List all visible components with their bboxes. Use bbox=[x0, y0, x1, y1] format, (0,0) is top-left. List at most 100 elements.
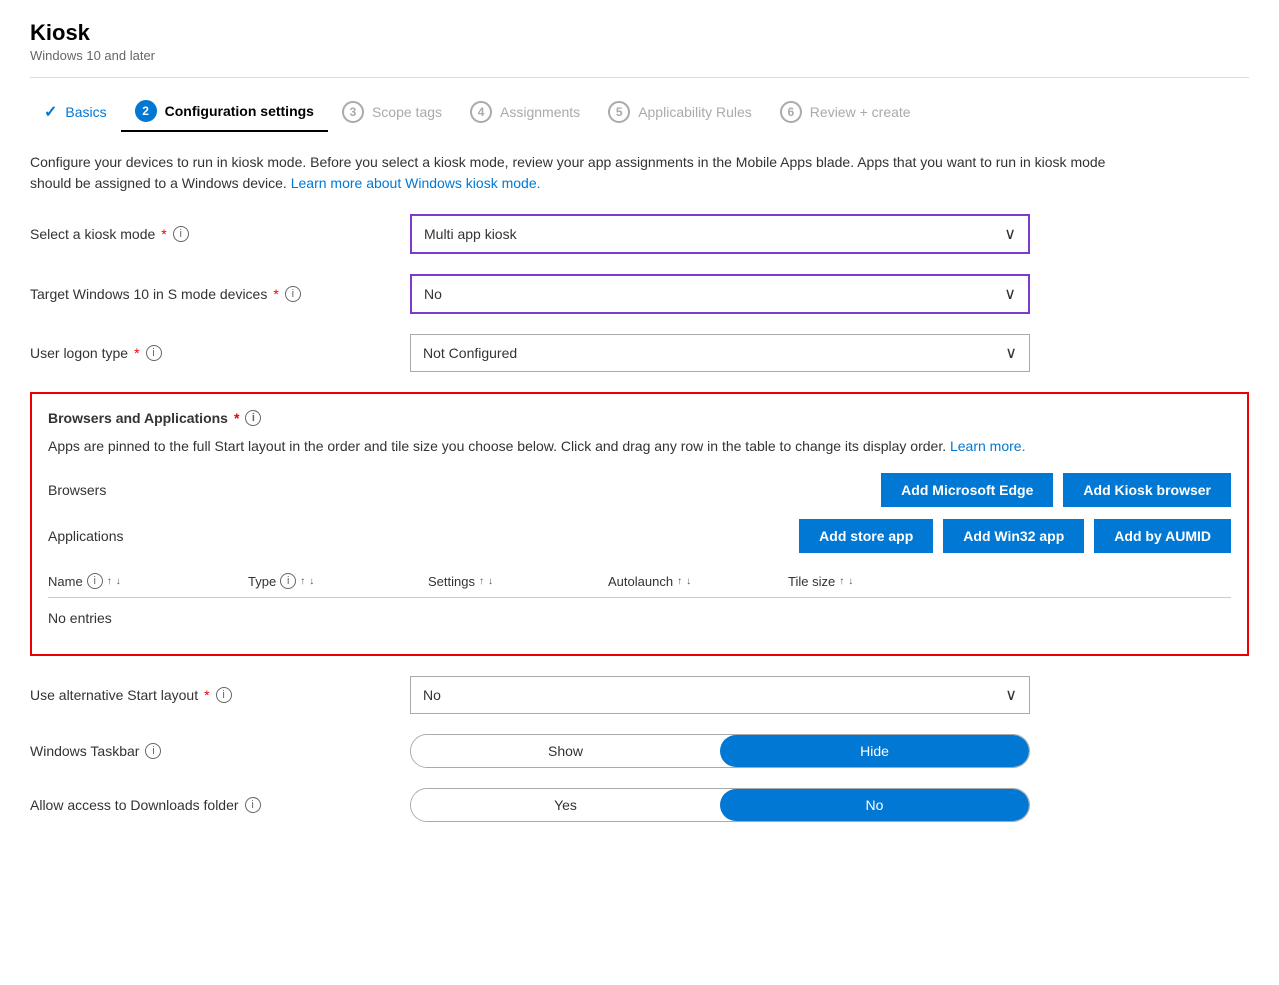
step-label-applicability: Applicability Rules bbox=[638, 104, 752, 120]
browsers-row: Browsers Add Microsoft Edge Add Kiosk br… bbox=[48, 473, 1231, 507]
alt-start-chevron: ∨ bbox=[1005, 685, 1017, 705]
downloads-info-icon[interactable]: i bbox=[245, 797, 261, 813]
check-icon: ✓ bbox=[44, 102, 57, 122]
smode-row: Target Windows 10 in S mode devices * i … bbox=[30, 274, 1249, 314]
col-tilesize-sort-asc[interactable]: ↑ bbox=[839, 576, 844, 587]
page-title: Kiosk bbox=[30, 20, 1249, 46]
no-entries-row: No entries bbox=[48, 598, 1231, 638]
logon-required-star: * bbox=[134, 345, 139, 361]
browsers-required-star: * bbox=[234, 410, 239, 426]
page-container: Kiosk Windows 10 and later ✓ Basics 2 Co… bbox=[0, 0, 1279, 862]
logon-type-row: User logon type * i Not Configured ∨ bbox=[30, 334, 1249, 372]
logon-type-select[interactable]: Not Configured ∨ bbox=[410, 334, 1030, 372]
add-kiosk-browser-button[interactable]: Add Kiosk browser bbox=[1063, 473, 1231, 507]
browsers-section-title: Browsers and Applications * i bbox=[48, 410, 1231, 426]
browsers-label: Browsers bbox=[48, 482, 248, 498]
col-name-info[interactable]: i bbox=[87, 573, 103, 589]
col-settings-sort-asc[interactable]: ↑ bbox=[479, 576, 484, 587]
col-tilesize-label: Tile size bbox=[788, 574, 835, 589]
browsers-info-icon[interactable]: i bbox=[245, 410, 261, 426]
wizard-step-applicability[interactable]: 5 Applicability Rules bbox=[594, 93, 766, 131]
taskbar-toggle-group: Show Hide bbox=[410, 734, 1030, 768]
page-title-section: Kiosk Windows 10 and later bbox=[30, 20, 1249, 63]
add-store-app-button[interactable]: Add store app bbox=[799, 519, 933, 553]
browsers-description: Apps are pinned to the full Start layout… bbox=[48, 436, 1231, 457]
kiosk-mode-value: Multi app kiosk bbox=[424, 226, 517, 242]
col-name-label: Name bbox=[48, 574, 83, 589]
col-type-label: Type bbox=[248, 574, 276, 589]
step-label-configuration: Configuration settings bbox=[165, 103, 314, 119]
logon-type-control: Not Configured ∨ bbox=[410, 334, 1030, 372]
downloads-no-btn[interactable]: No bbox=[720, 789, 1029, 821]
smode-label: Target Windows 10 in S mode devices * i bbox=[30, 286, 410, 302]
downloads-yes-btn[interactable]: Yes bbox=[411, 789, 720, 821]
alt-start-required: * bbox=[204, 687, 209, 703]
logon-type-value: Not Configured bbox=[423, 345, 517, 361]
col-name-sort-desc[interactable]: ↓ bbox=[116, 576, 121, 587]
alt-start-value: No bbox=[423, 687, 441, 703]
applications-label: Applications bbox=[48, 528, 248, 544]
wizard-step-configuration[interactable]: 2 Configuration settings bbox=[121, 92, 328, 132]
kiosk-mode-chevron: ∨ bbox=[1004, 224, 1016, 244]
col-autolaunch-label: Autolaunch bbox=[608, 574, 673, 589]
col-settings-label: Settings bbox=[428, 574, 475, 589]
step-num-review: 6 bbox=[780, 101, 802, 123]
col-type-sort-desc[interactable]: ↓ bbox=[309, 576, 314, 587]
kiosk-mode-control: Multi app kiosk ∨ bbox=[410, 214, 1030, 254]
col-tilesize-sort-desc[interactable]: ↓ bbox=[848, 576, 853, 587]
smode-select[interactable]: No ∨ bbox=[410, 274, 1030, 314]
smode-control: No ∨ bbox=[410, 274, 1030, 314]
col-autolaunch-sort-asc[interactable]: ↑ bbox=[677, 576, 682, 587]
wizard-step-review[interactable]: 6 Review + create bbox=[766, 93, 925, 131]
add-by-aumid-button[interactable]: Add by AUMID bbox=[1094, 519, 1231, 553]
wizard-step-scope[interactable]: 3 Scope tags bbox=[328, 93, 456, 131]
browsers-applications-section: Browsers and Applications * i Apps are p… bbox=[30, 392, 1249, 656]
col-header-settings: Settings ↑ ↓ bbox=[428, 574, 608, 589]
step-label-scope: Scope tags bbox=[372, 104, 442, 120]
step-label-review: Review + create bbox=[810, 104, 911, 120]
downloads-row: Allow access to Downloads folder i Yes N… bbox=[30, 788, 1249, 822]
description-text: Configure your devices to run in kiosk m… bbox=[30, 152, 1130, 194]
description-text1: Configure your devices to run in kiosk m… bbox=[30, 154, 1105, 191]
taskbar-info-icon[interactable]: i bbox=[145, 743, 161, 759]
col-type-sort-asc[interactable]: ↑ bbox=[300, 576, 305, 587]
kiosk-mode-select[interactable]: Multi app kiosk ∨ bbox=[410, 214, 1030, 254]
step-num-assignments: 4 bbox=[470, 101, 492, 123]
table-header: Name i ↑ ↓ Type i ↑ ↓ Settings ↑ ↓ Autol… bbox=[48, 565, 1231, 598]
alt-start-info-icon[interactable]: i bbox=[216, 687, 232, 703]
wizard-step-basics[interactable]: ✓ Basics bbox=[30, 94, 121, 130]
col-autolaunch-sort-desc[interactable]: ↓ bbox=[686, 576, 691, 587]
kiosk-mode-info-icon[interactable]: i bbox=[173, 226, 189, 242]
col-header-tilesize: Tile size ↑ ↓ bbox=[788, 574, 948, 589]
step-num-applicability: 5 bbox=[608, 101, 630, 123]
wizard-step-assignments[interactable]: 4 Assignments bbox=[456, 93, 594, 131]
title-divider bbox=[30, 77, 1249, 78]
applications-row: Applications Add store app Add Win32 app… bbox=[48, 519, 1231, 553]
wizard-steps: ✓ Basics 2 Configuration settings 3 Scop… bbox=[30, 92, 1249, 132]
col-header-name: Name i ↑ ↓ bbox=[48, 573, 248, 589]
add-microsoft-edge-button[interactable]: Add Microsoft Edge bbox=[881, 473, 1053, 507]
learn-more-link[interactable]: Learn more about Windows kiosk mode. bbox=[291, 175, 541, 191]
logon-type-label: User logon type * i bbox=[30, 345, 410, 361]
taskbar-show-btn[interactable]: Show bbox=[411, 735, 720, 767]
col-settings-sort-desc[interactable]: ↓ bbox=[488, 576, 493, 587]
browsers-learn-more-link[interactable]: Learn more. bbox=[950, 438, 1025, 454]
smode-value: No bbox=[424, 286, 442, 302]
alt-start-label: Use alternative Start layout * i bbox=[30, 687, 410, 703]
col-type-info[interactable]: i bbox=[280, 573, 296, 589]
step-num-configuration: 2 bbox=[135, 100, 157, 122]
logon-info-icon[interactable]: i bbox=[146, 345, 162, 361]
kiosk-mode-label: Select a kiosk mode * i bbox=[30, 226, 410, 242]
alt-start-row: Use alternative Start layout * i No ∨ bbox=[30, 676, 1249, 714]
downloads-control: Yes No bbox=[410, 788, 1030, 822]
taskbar-hide-btn[interactable]: Hide bbox=[720, 735, 1029, 767]
col-name-sort-asc[interactable]: ↑ bbox=[107, 576, 112, 587]
col-header-type: Type i ↑ ↓ bbox=[248, 573, 428, 589]
col-header-autolaunch: Autolaunch ↑ ↓ bbox=[608, 574, 788, 589]
taskbar-label: Windows Taskbar i bbox=[30, 743, 410, 759]
add-win32-app-button[interactable]: Add Win32 app bbox=[943, 519, 1084, 553]
smode-chevron: ∨ bbox=[1004, 284, 1016, 304]
alt-start-select[interactable]: No ∨ bbox=[410, 676, 1030, 714]
kiosk-mode-row: Select a kiosk mode * i Multi app kiosk … bbox=[30, 214, 1249, 254]
smode-info-icon[interactable]: i bbox=[285, 286, 301, 302]
